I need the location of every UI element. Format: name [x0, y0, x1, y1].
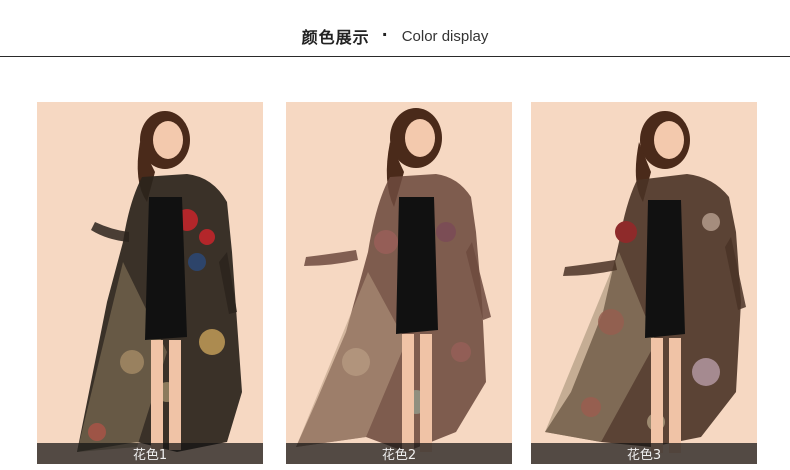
model-photo-icon	[37, 102, 263, 464]
title-separator: ·	[381, 24, 388, 44]
product-caption: 花色3	[626, 448, 662, 463]
product-caption: 花色1	[132, 448, 168, 463]
product-caption: 花色2	[381, 448, 417, 463]
model-photo-icon	[286, 102, 512, 464]
caption-bar: 花色3	[531, 443, 757, 464]
color-display-page: 颜色展示 · Color display 花色1 花色2 花色3	[0, 0, 790, 470]
model-photo-icon	[531, 102, 757, 464]
caption-bar: 花色2	[286, 443, 512, 464]
header-divider	[0, 56, 790, 57]
product-card-3[interactable]: 花色3	[531, 102, 757, 464]
product-card-1[interactable]: 花色1	[37, 102, 263, 464]
caption-bar: 花色1	[37, 443, 263, 464]
section-title-en: Color display	[401, 27, 489, 45]
section-header: 颜色展示 · Color display	[0, 18, 790, 54]
product-card-2[interactable]: 花色2	[286, 102, 512, 464]
section-title-cn: 颜色展示	[301, 28, 370, 47]
